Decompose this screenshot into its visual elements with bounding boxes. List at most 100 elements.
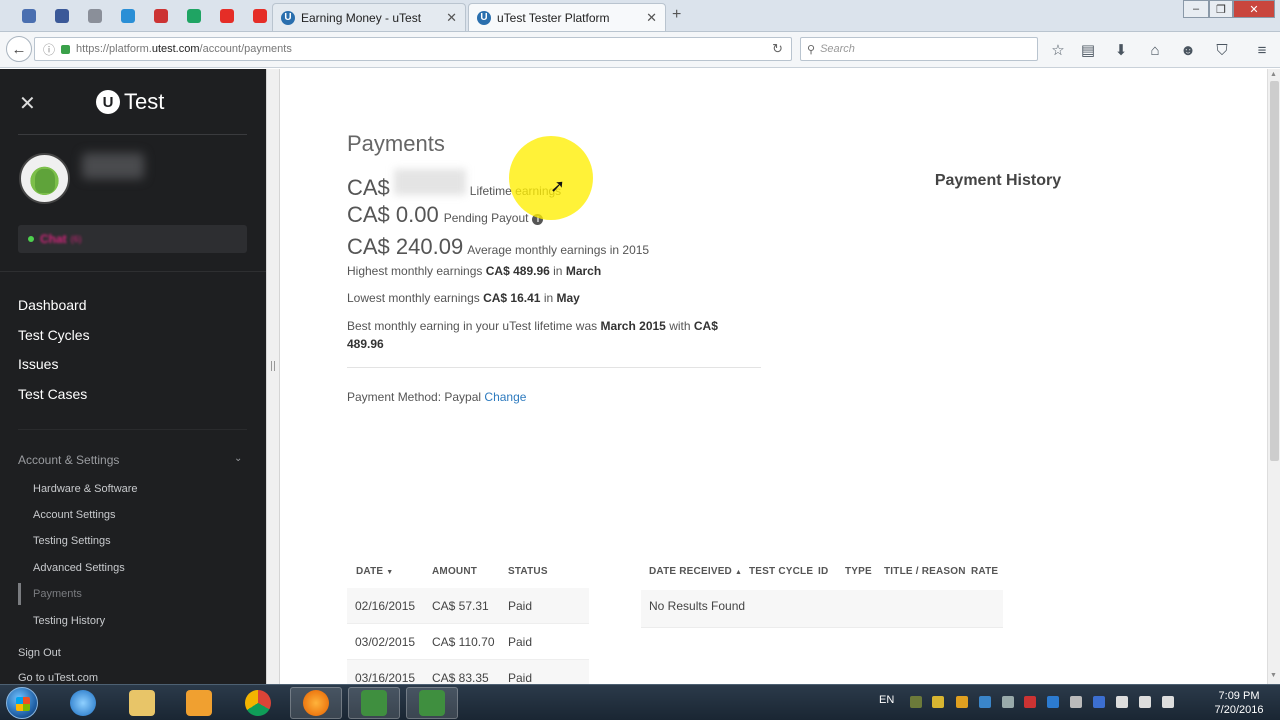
menu-icon[interactable]: ≡ xyxy=(1252,40,1272,60)
table-row[interactable]: 03/02/2015 CA$ 110.70 Paid xyxy=(347,624,589,660)
column-header-date-received[interactable]: DATE RECEIVED ▲ xyxy=(649,566,742,577)
table-row[interactable]: 02/16/2015 CA$ 57.31 Paid xyxy=(347,588,589,624)
tray-app-icon[interactable] xyxy=(1002,696,1014,708)
cell-status: Paid xyxy=(508,671,533,684)
column-header-status[interactable]: STATUS xyxy=(508,566,548,577)
column-header-title-reason[interactable]: TITLE / REASON xyxy=(884,566,966,577)
firefox-icon[interactable] xyxy=(290,687,342,719)
pending-payout-row: CA$ 0.00 Pending Payout i xyxy=(347,202,544,228)
divider xyxy=(18,429,247,430)
app-pinned-tab-icon[interactable] xyxy=(117,5,139,27)
pocket-icon[interactable]: ⛉ xyxy=(1212,40,1232,60)
home-icon[interactable]: ⌂ xyxy=(1145,40,1165,60)
new-tab-icon[interactable]: + xyxy=(672,6,681,24)
sidebar-item-test-cases[interactable]: Test Cases xyxy=(18,386,87,402)
tray-windows-icon[interactable] xyxy=(956,696,968,708)
payment-method-label: Payment Method: Paypal xyxy=(347,390,482,404)
camtasia-icon[interactable] xyxy=(348,687,400,719)
sidebar-section-account-settings[interactable]: Account & Settings xyxy=(18,453,119,467)
browser-nav-bar: ← ⓘ https://platform.utest.com/account/p… xyxy=(0,32,1280,68)
sidebar-item-testing-history[interactable]: Testing History xyxy=(33,615,105,627)
search-input[interactable]: ⚲ Search xyxy=(800,37,1038,61)
column-header-date[interactable]: DATE ▼ xyxy=(356,566,393,577)
volume-icon[interactable] xyxy=(1162,696,1174,708)
internet-explorer-icon[interactable] xyxy=(57,687,109,719)
sign-out-link[interactable]: Sign Out xyxy=(18,647,61,659)
back-arrow-icon[interactable]: ← xyxy=(6,36,32,62)
chart-canvas: 01002003004005006007002015Payment Amount xyxy=(286,209,678,523)
chrome-icon[interactable] xyxy=(232,687,284,719)
column-header-test-cycle[interactable]: TEST CYCLE xyxy=(749,566,813,577)
minimize-window-button[interactable]: – xyxy=(1183,0,1209,18)
bookmark-star-icon[interactable]: ☆ xyxy=(1048,40,1068,60)
close-tab-icon[interactable]: ✕ xyxy=(446,10,457,26)
sidebar-item-testing-settings[interactable]: Testing Settings xyxy=(33,535,111,547)
cell-status: Paid xyxy=(508,635,533,649)
tray-app-icon[interactable] xyxy=(910,696,922,708)
divider xyxy=(0,271,266,272)
column-header-type[interactable]: TYPE xyxy=(845,566,872,577)
system-clock[interactable]: 7:09 PM 7/20/2016 xyxy=(1204,689,1274,717)
change-payment-link[interactable]: Change xyxy=(484,390,526,404)
received-table: No Results Found xyxy=(641,590,1003,628)
scroll-up-icon[interactable]: ▲ xyxy=(1270,71,1277,78)
close-window-button[interactable]: ✕ xyxy=(1233,0,1275,18)
tool-pinned-tab-icon[interactable] xyxy=(84,5,106,27)
avatar[interactable] xyxy=(19,153,70,204)
sidebar-item-test-cycles[interactable]: Test Cycles xyxy=(18,327,90,343)
sidebar-resize-handle[interactable] xyxy=(266,69,280,684)
file-explorer-icon[interactable] xyxy=(116,687,168,719)
column-header-rate[interactable]: RATE xyxy=(971,566,998,577)
reading-list-icon[interactable]: ▤ xyxy=(1078,40,1098,60)
camtasia-recorder-icon[interactable] xyxy=(406,687,458,719)
utest-logo[interactable]: U Test xyxy=(96,89,164,115)
maximize-window-button[interactable]: ❐ xyxy=(1209,0,1233,18)
column-header-id[interactable]: ID xyxy=(818,566,828,577)
reload-icon[interactable]: ↻ xyxy=(772,41,783,57)
sidebar-item-dashboard[interactable]: Dashboard xyxy=(18,297,87,313)
chevron-down-icon[interactable]: ⌄ xyxy=(234,453,242,464)
scrollbar-thumb[interactable] xyxy=(1270,81,1279,461)
sidebar-item-account-settings[interactable]: Account Settings xyxy=(33,509,116,521)
utest-favicon: U xyxy=(477,10,491,25)
language-indicator[interactable]: EN xyxy=(879,694,894,706)
tray-pdf-icon[interactable] xyxy=(1024,696,1036,708)
youtube-pinned-tab-icon[interactable] xyxy=(216,5,238,27)
tray-app-icon[interactable] xyxy=(1047,696,1059,708)
signal-icon[interactable] xyxy=(1139,696,1151,708)
chat-icon[interactable]: ☻ xyxy=(1178,40,1198,60)
flag-pinned-tab-icon[interactable] xyxy=(150,5,172,27)
tray-shield-icon[interactable] xyxy=(932,696,944,708)
tray-app-icon[interactable] xyxy=(1116,696,1128,708)
tab-utest-platform[interactable]: U uTest Tester Platform ✕ xyxy=(468,3,666,31)
close-icon[interactable]: ✕ xyxy=(19,91,36,116)
facebook-pinned-tab-icon[interactable] xyxy=(51,5,73,27)
sidebar-item-hardware-software[interactable]: Hardware & Software xyxy=(33,483,138,495)
close-tab-icon[interactable]: ✕ xyxy=(646,10,657,26)
tab-earning-money[interactable]: U Earning Money - uTest ✕ xyxy=(272,3,466,31)
media-player-icon[interactable] xyxy=(173,687,225,719)
download-icon[interactable]: ⬇ xyxy=(1111,40,1131,60)
divider xyxy=(18,134,247,135)
sidebar-item-payments[interactable]: Payments xyxy=(33,588,82,600)
mail-pinned-tab-icon[interactable] xyxy=(18,5,40,27)
sidebar-item-advanced-settings[interactable]: Advanced Settings xyxy=(33,562,125,574)
bluetooth-icon[interactable] xyxy=(1093,696,1105,708)
go-to-utest-link[interactable]: Go to uTest.com xyxy=(18,672,98,684)
vertical-scrollbar[interactable]: ▲ ▼ xyxy=(1267,69,1280,684)
start-button[interactable] xyxy=(6,687,38,719)
search-placeholder: Search xyxy=(820,43,855,55)
column-header-amount[interactable]: AMOUNT xyxy=(432,566,477,577)
youtube-pinned-tab-icon[interactable] xyxy=(249,5,271,27)
tab-label: Earning Money - uTest xyxy=(301,10,422,25)
tray-tools-icon[interactable] xyxy=(1070,696,1082,708)
address-bar[interactable]: ⓘ https://platform.utest.com/account/pay… xyxy=(34,37,792,61)
cell-date: 03/16/2015 xyxy=(355,671,416,684)
sidebar-item-issues[interactable]: Issues xyxy=(18,356,58,372)
table-row[interactable]: 03/16/2015 CA$ 83.35 Paid xyxy=(347,660,589,684)
scroll-down-icon[interactable]: ▼ xyxy=(1270,672,1277,679)
sheets-pinned-tab-icon[interactable] xyxy=(183,5,205,27)
chat-button[interactable]: Chat (6) xyxy=(18,225,247,253)
info-icon[interactable]: ⓘ xyxy=(43,41,55,58)
tray-network-icon[interactable] xyxy=(979,696,991,708)
